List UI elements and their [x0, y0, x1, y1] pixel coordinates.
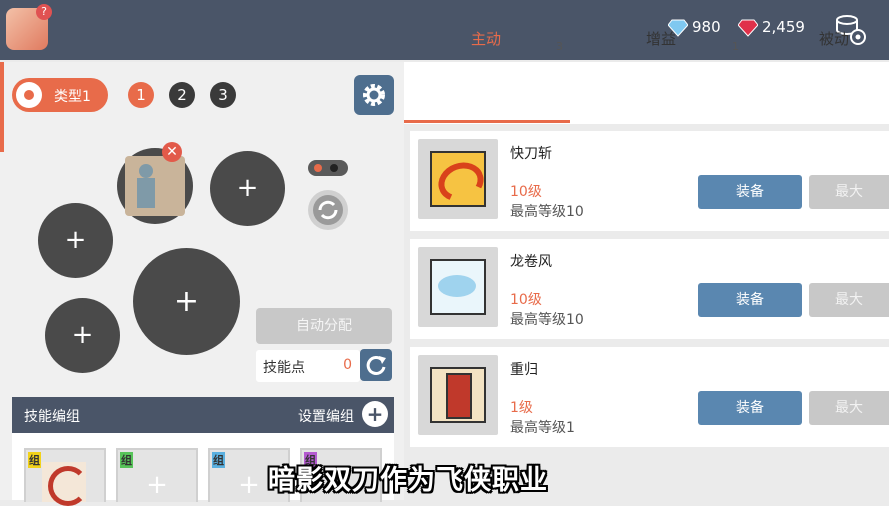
- preset-type-toggle[interactable]: 类型1: [12, 78, 108, 112]
- skill-name: 龙卷风: [510, 254, 552, 270]
- group-tag: 组: [28, 452, 41, 468]
- setup-group-label[interactable]: 设置编组: [298, 406, 354, 426]
- group-card[interactable]: 组 +: [116, 448, 198, 502]
- equip-button[interactable]: 装备: [698, 283, 802, 317]
- help-badge-icon[interactable]: ?: [36, 4, 52, 20]
- reset-points-button[interactable]: [360, 349, 392, 381]
- skill-slot-empty[interactable]: +: [38, 203, 113, 278]
- skill-icon-frame: [418, 355, 498, 435]
- group-tag: 组: [212, 452, 225, 468]
- max-button[interactable]: 最大: [809, 175, 889, 209]
- skill-points-box: 技能点 0: [256, 350, 360, 382]
- skill-max-level: 最高等级10: [510, 204, 584, 220]
- skill-slot-image: [125, 156, 185, 216]
- skill-row: 快刀斩 10级 最高等级10 装备 最大: [410, 131, 889, 231]
- group-card[interactable]: 组: [24, 448, 106, 506]
- skill-name: 重归: [510, 362, 538, 378]
- panel-accent: [0, 62, 4, 152]
- skill-points-label: 技能点: [263, 360, 305, 376]
- gear-icon: [363, 84, 385, 106]
- group-tag: 组: [120, 452, 133, 468]
- remove-skill-icon[interactable]: ✕: [162, 142, 182, 162]
- refresh-icon: [313, 195, 343, 225]
- add-group-icon[interactable]: +: [362, 401, 388, 427]
- skill-points-value: 0: [343, 357, 352, 373]
- ruby-count: 2,459: [762, 18, 805, 36]
- auto-assign-button[interactable]: 自动分配: [256, 308, 392, 344]
- add-icon: +: [146, 470, 168, 500]
- skill-max-level: 最高等级10: [510, 312, 584, 328]
- skill-group-title: 技能编组: [24, 409, 80, 425]
- tab-active-skills[interactable]: 主动: [471, 28, 501, 49]
- skill-group-bar: 技能编组 设置编组 +: [12, 397, 394, 433]
- settings-button[interactable]: [354, 75, 394, 115]
- max-button[interactable]: 最大: [809, 283, 889, 317]
- max-button[interactable]: 最大: [809, 391, 889, 425]
- skill-slot-main[interactable]: +: [133, 248, 240, 355]
- preset-page-2[interactable]: 2: [169, 82, 195, 108]
- return-scroll-icon: [430, 367, 486, 423]
- skill-name: 快刀斩: [510, 146, 552, 162]
- radio-icon: [16, 82, 42, 108]
- active-tab-underline: [404, 120, 570, 123]
- slash-skill-icon: [430, 151, 490, 208]
- skill-slot-equipped[interactable]: [117, 148, 193, 224]
- skill-row: 龙卷风 10级 最高等级10 装备 最大: [410, 239, 889, 339]
- active-skills-count: 3: [556, 40, 563, 53]
- skill-level: 1级: [510, 400, 533, 416]
- ruby-icon: [738, 19, 758, 37]
- preset-page-1[interactable]: 1: [128, 82, 154, 108]
- character-avatar[interactable]: ?: [6, 4, 52, 50]
- equip-button[interactable]: 装备: [698, 175, 802, 209]
- skill-slot-empty[interactable]: +: [210, 151, 285, 226]
- skill-slot-empty[interactable]: +: [45, 298, 120, 373]
- group-skill-image: [42, 462, 88, 506]
- swap-button[interactable]: [308, 190, 348, 230]
- skill-level: 10级: [510, 292, 542, 308]
- tornado-skill-icon: [430, 259, 486, 315]
- skill-tabs: [404, 62, 889, 124]
- preset-type-label: 类型1: [54, 89, 91, 105]
- diamond-count: 980: [692, 18, 721, 36]
- tab-buff-skills[interactable]: 增益: [646, 28, 676, 49]
- skill-icon-frame: [418, 139, 498, 219]
- reset-icon: [366, 355, 386, 375]
- layout-toggle[interactable]: [308, 160, 348, 176]
- skill-level: 10级: [510, 184, 542, 200]
- buff-skills-count: 1: [732, 40, 739, 53]
- skill-max-level: 最高等级1: [510, 420, 575, 436]
- ruby-currency: 2,459: [738, 18, 805, 37]
- skill-row: 重归 1级 最高等级1 装备 最大: [410, 347, 889, 447]
- video-subtitle: 暗影双刀作为飞侠职业: [268, 465, 548, 496]
- preset-page-3[interactable]: 3: [210, 82, 236, 108]
- equip-button[interactable]: 装备: [698, 391, 802, 425]
- tab-passive-skills[interactable]: 被动: [819, 28, 849, 49]
- skill-icon-frame: [418, 247, 498, 327]
